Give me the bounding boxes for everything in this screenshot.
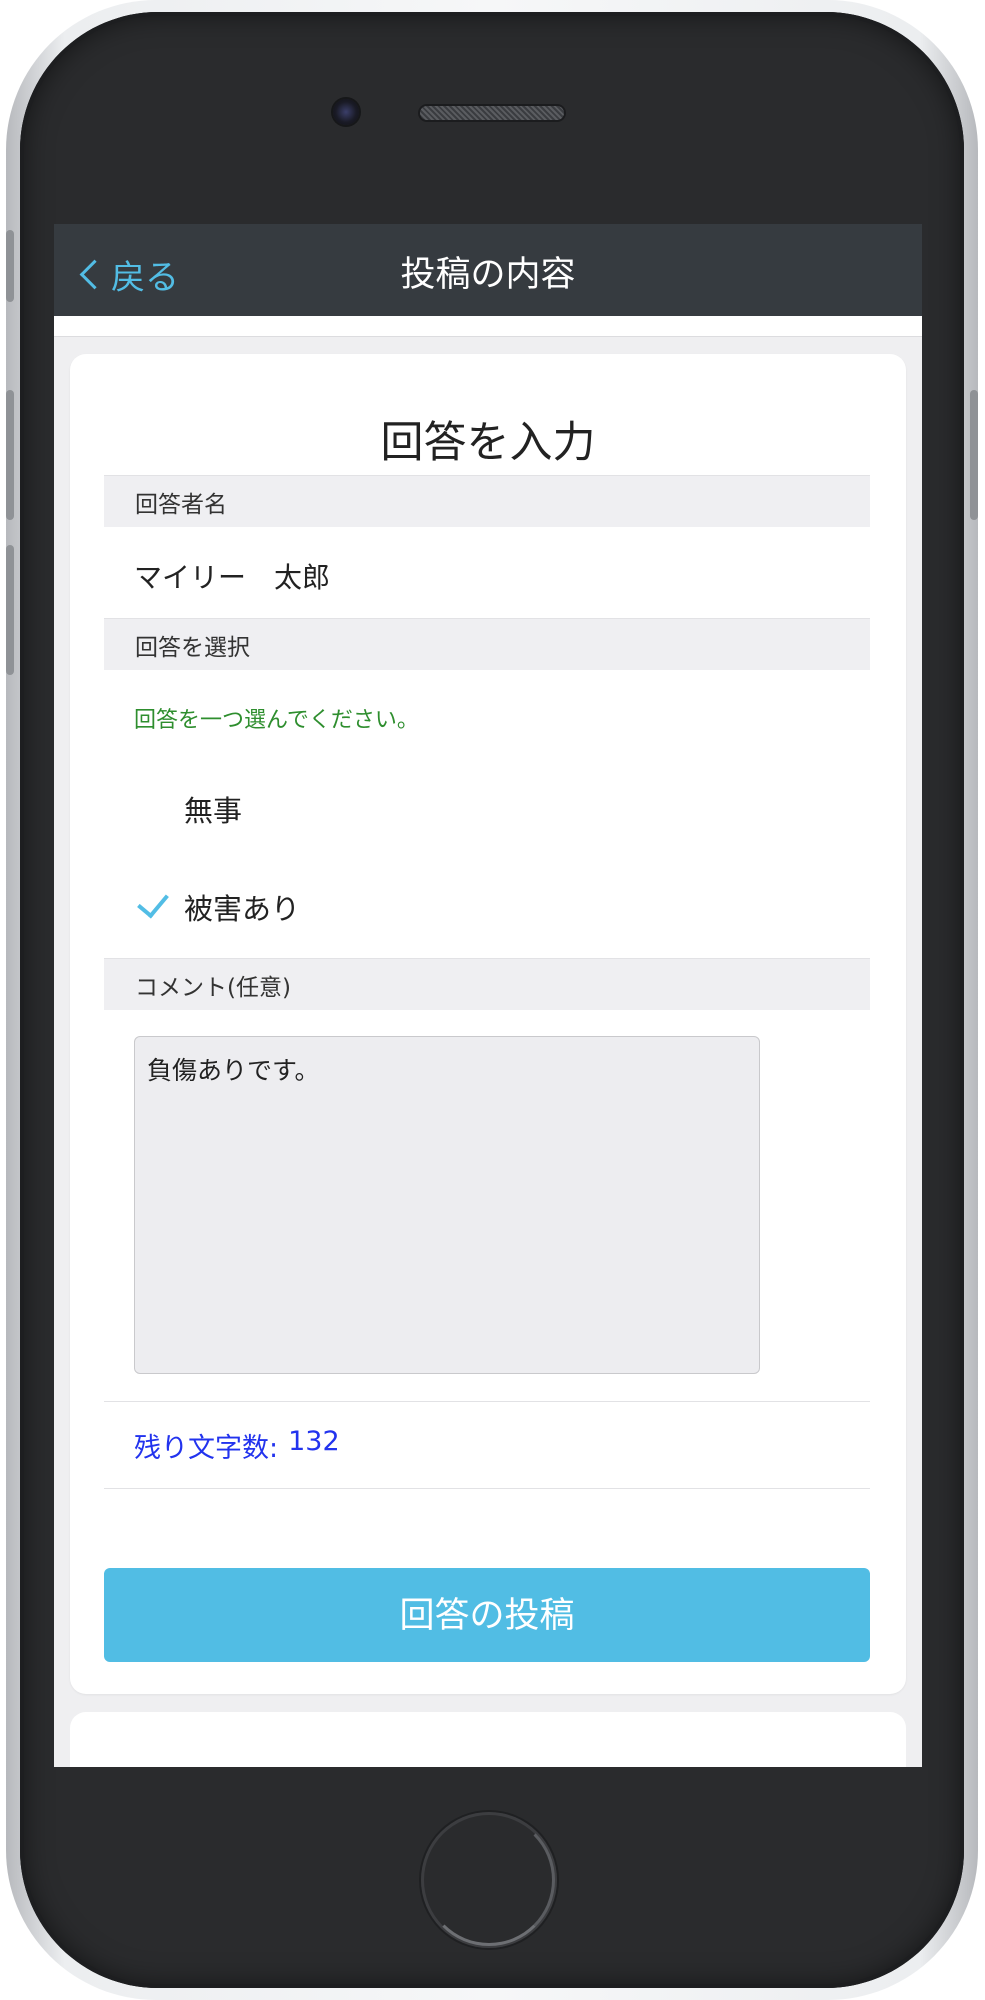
option-damage[interactable]: 被害あり	[104, 864, 870, 954]
submit-answer-button[interactable]: 回答の投稿	[104, 1568, 870, 1662]
select-section-header: 回答を選択	[104, 618, 870, 670]
comment-section-label: コメント(任意)	[135, 974, 291, 1001]
speaker-icon	[420, 106, 564, 120]
volume-down-button	[6, 545, 14, 675]
remaining-characters: 残り文字数: 132	[134, 1426, 340, 1465]
option-safe[interactable]: 無事	[104, 766, 870, 856]
respondent-section-label: 回答者名	[135, 491, 227, 518]
form-title: 回答を入力	[380, 418, 596, 468]
navigation-bar: 戻る 投稿の内容	[54, 224, 922, 316]
divider	[104, 1401, 870, 1402]
mute-switch	[6, 230, 14, 302]
checkmark-icon	[137, 885, 169, 919]
select-hint: 回答を一つ選んでください。	[134, 708, 419, 733]
option-label: 被害あり	[184, 892, 301, 926]
nav-separator	[54, 316, 922, 337]
respondent-section-header: 回答者名	[104, 475, 870, 527]
comment-textarea[interactable]: 負傷ありです。	[134, 1036, 760, 1374]
page-title: 投稿の内容	[400, 255, 576, 295]
answer-form-card: 回答を入力 回答者名 マイリー 太郎 回答を選択 回答を一つ選んでください。 無…	[70, 354, 906, 1694]
option-label: 無事	[184, 794, 243, 828]
divider	[104, 1488, 870, 1489]
respondent-name: マイリー 太郎	[134, 561, 331, 594]
remaining-count: 132	[288, 1426, 340, 1457]
app-screen: 戻る 投稿の内容 回答を入力 回答者名 マイリー 太郎 回答を選択 回答を一つ選…	[54, 224, 922, 1767]
select-section-label: 回答を選択	[135, 634, 250, 661]
next-card	[70, 1712, 906, 1767]
camera-icon	[333, 99, 359, 125]
home-button-icon[interactable]	[421, 1812, 557, 1948]
remaining-label: 残り文字数:	[134, 1433, 279, 1464]
comment-section-header: コメント(任意)	[104, 958, 870, 1010]
volume-up-button	[6, 390, 14, 520]
power-button	[970, 390, 978, 520]
